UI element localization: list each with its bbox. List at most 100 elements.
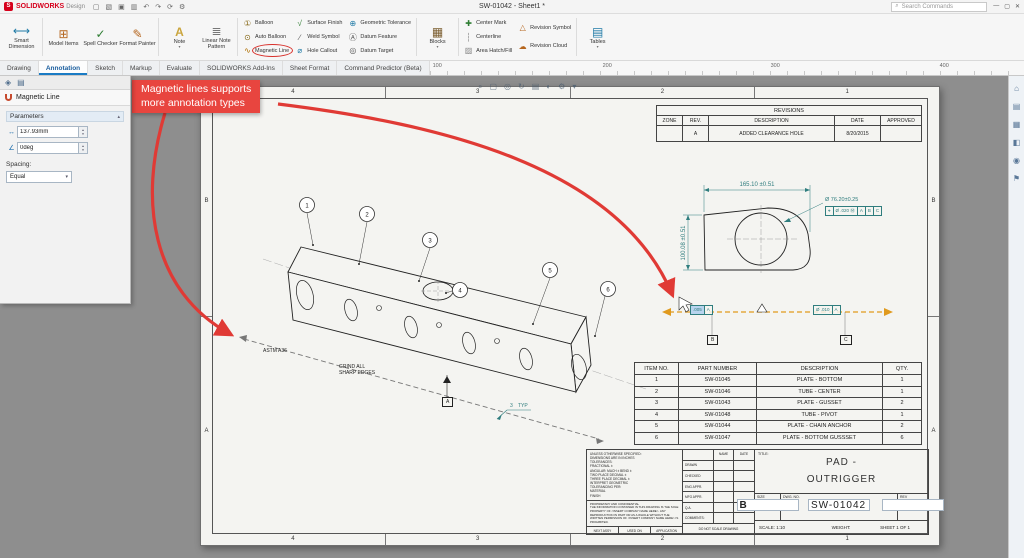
- maximize-button[interactable]: ▢: [1004, 3, 1010, 10]
- view-settings-icon[interactable]: ⚙: [558, 82, 565, 92]
- magnetic-line-diagonal[interactable]: [244, 339, 599, 439]
- revisions-table[interactable]: REVISIONS ZONE REV. DESCRIPTION DATE APP…: [656, 105, 922, 142]
- open-icon[interactable]: ▧: [106, 3, 113, 11]
- minimize-button[interactable]: —: [993, 3, 999, 10]
- note-dropdown-icon[interactable]: ▾: [178, 45, 180, 49]
- tab-drawing[interactable]: Drawing: [0, 61, 39, 75]
- weld-symbol-annotation[interactable]: [497, 410, 531, 420]
- tables-dropdown-icon[interactable]: ▾: [597, 45, 599, 49]
- save-icon[interactable]: ▣: [118, 3, 125, 11]
- display-pane-tab-icon[interactable]: ▤: [17, 78, 25, 87]
- feature-control-frame-detail[interactable]: ⌖ Ø .020 Ⓜ A B C: [825, 206, 882, 216]
- datum-c-box[interactable]: C: [840, 335, 852, 345]
- magnetic-line-button[interactable]: ∿ Magnetic Line: [243, 44, 289, 57]
- format-painter-button[interactable]: ✎ Format Painter: [119, 16, 156, 58]
- area-hatch-fill-button[interactable]: ▨ Area Hatch/Fill: [464, 44, 512, 57]
- diameter-callout[interactable]: Ø 76.20±0.25: [825, 197, 858, 203]
- datum-feature-button[interactable]: Ⓐ Datum Feature: [348, 31, 411, 44]
- weld-size-note[interactable]: 3: [510, 403, 513, 409]
- hud-more-icon[interactable]: ▾: [572, 82, 576, 92]
- balloon-1[interactable]: [300, 198, 315, 213]
- balloon-2[interactable]: [360, 207, 375, 222]
- parameters-section-header[interactable]: Parameters ▴: [6, 111, 124, 122]
- close-button[interactable]: ✕: [1015, 3, 1020, 10]
- tab-evaluate[interactable]: Evaluate: [160, 61, 200, 75]
- view-orientation-icon[interactable]: ◎: [504, 82, 511, 92]
- blocks-dropdown-icon[interactable]: ▾: [437, 45, 439, 49]
- surface-finish-button[interactable]: √ Surface Finish: [295, 17, 342, 30]
- magnetic-line-horizontal[interactable]: [662, 297, 893, 335]
- tab-markup[interactable]: Markup: [123, 61, 160, 75]
- revision-symbol-button[interactable]: △ Revision Symbol: [518, 21, 571, 34]
- linear-note-pattern-button[interactable]: ≣ Linear Note Pattern: [198, 16, 235, 58]
- design-library-icon[interactable]: ▤: [1013, 102, 1021, 111]
- weld-typ-note[interactable]: TYP: [518, 403, 528, 409]
- datum-a-symbol[interactable]: [443, 375, 451, 397]
- feature-control-frame-2[interactable]: Ø .010 A: [813, 305, 841, 315]
- rebuild-icon[interactable]: ⟳: [167, 3, 173, 11]
- auto-balloon-button[interactable]: ⊙ Auto Balloon: [243, 31, 289, 44]
- note-button[interactable]: A Note ▾: [161, 16, 198, 58]
- smart-dimension-button[interactable]: ⟷ Smart Dimension: [3, 16, 40, 58]
- tab-annotation[interactable]: Annotation: [39, 61, 88, 75]
- dimension-width[interactable]: [704, 185, 810, 232]
- undo-icon[interactable]: ↶: [143, 3, 149, 11]
- custom-properties-icon[interactable]: ⚑: [1013, 174, 1020, 183]
- rotate-view-icon[interactable]: ↻: [518, 82, 525, 92]
- options-icon[interactable]: ⚙: [179, 3, 185, 11]
- angle-stepper[interactable]: ▴ ▾: [79, 142, 88, 154]
- weld-symbol-button[interactable]: ∕ Weld Symbol: [295, 31, 342, 44]
- balloon-5[interactable]: [543, 263, 558, 278]
- redo-icon[interactable]: ↷: [155, 3, 161, 11]
- tab-sheet-format[interactable]: Sheet Format: [283, 61, 337, 75]
- angle-input[interactable]: [17, 142, 79, 154]
- bill-of-materials-table[interactable]: ITEM NO. PART NUMBER DESCRIPTION QTY. 1S…: [634, 362, 922, 445]
- detail-view[interactable]: 165.10 ±0.51 100.08 ±0.51: [681, 182, 823, 273]
- length-input[interactable]: [17, 126, 79, 138]
- stepper-down-icon[interactable]: ▾: [82, 148, 84, 152]
- tables-button[interactable]: ▤ Tables ▾: [579, 16, 616, 58]
- zoom-icon[interactable]: ⌕: [478, 82, 482, 92]
- spell-checker-button[interactable]: ✓ Spell Checker: [82, 16, 119, 58]
- center-mark-button[interactable]: ✚ Center Mark: [464, 17, 512, 30]
- datum-a-box[interactable]: A: [442, 397, 453, 407]
- property-manager-tab-icon[interactable]: ◈: [5, 78, 11, 87]
- geometric-tolerance-button[interactable]: ⊕ Geometric Tolerance: [348, 17, 411, 30]
- hide-show-icon[interactable]: ◐: [546, 82, 551, 92]
- balloon-button[interactable]: ① Balloon: [243, 17, 289, 30]
- tab-solidworks-add-ins[interactable]: SOLIDWORKS Add-Ins: [200, 61, 283, 75]
- datum-b-box[interactable]: B: [707, 335, 718, 345]
- feature-control-frame-1[interactable]: .005 A: [690, 305, 713, 315]
- display-style-icon[interactable]: ▤: [532, 82, 540, 92]
- spacing-select[interactable]: Equal ▾: [6, 171, 72, 183]
- file-explorer-icon[interactable]: ▦: [1013, 120, 1021, 129]
- balloon-4[interactable]: [453, 283, 468, 298]
- tab-sketch[interactable]: Sketch: [88, 61, 123, 75]
- new-icon[interactable]: ▢: [93, 3, 100, 11]
- zoom-area-icon[interactable]: ▢: [489, 82, 497, 92]
- datum-triangle-symbol[interactable]: [757, 304, 767, 312]
- revision-cloud-button[interactable]: ☁ Revision Cloud: [518, 40, 571, 53]
- graphics-area[interactable]: ⌕ ▢ ◎ ↻ ▤ ◐ ⚙ ▾ 43 21 43 21 BA: [0, 76, 1008, 558]
- resources-icon[interactable]: ⌂: [1014, 84, 1019, 93]
- search-commands-input[interactable]: ⌕ Search Commands: [891, 2, 987, 12]
- isometric-view[interactable]: [288, 247, 591, 392]
- balloon-6[interactable]: [601, 282, 616, 297]
- balloon-3[interactable]: [423, 233, 438, 248]
- collapse-icon[interactable]: ▴: [117, 114, 120, 120]
- balloon-callouts[interactable]: 1 2 3 4 5 6: [300, 198, 616, 338]
- stepper-down-icon[interactable]: ▾: [82, 132, 84, 136]
- tab-command-predictor[interactable]: Command Predictor (Beta): [337, 61, 429, 75]
- material-note[interactable]: ASTM A36: [263, 348, 287, 354]
- view-palette-icon[interactable]: ◧: [1013, 138, 1021, 147]
- appearances-icon[interactable]: ◉: [1013, 156, 1020, 165]
- model-items-button[interactable]: ⊞ Model Items: [45, 16, 82, 58]
- dimension-height[interactable]: [683, 215, 703, 270]
- datum-target-button[interactable]: ◎ Datum Target: [348, 44, 411, 57]
- grind-note[interactable]: GRIND ALL SHARP EDGES: [339, 364, 375, 376]
- centerline-button[interactable]: ┆ Centerline: [464, 31, 512, 44]
- hole-callout-button[interactable]: ⌀ Hole Callout: [295, 44, 342, 57]
- length-stepper[interactable]: ▴ ▾: [79, 126, 88, 138]
- print-icon[interactable]: ▥: [131, 3, 138, 11]
- blocks-button[interactable]: ▦ Blocks ▾: [419, 16, 456, 58]
